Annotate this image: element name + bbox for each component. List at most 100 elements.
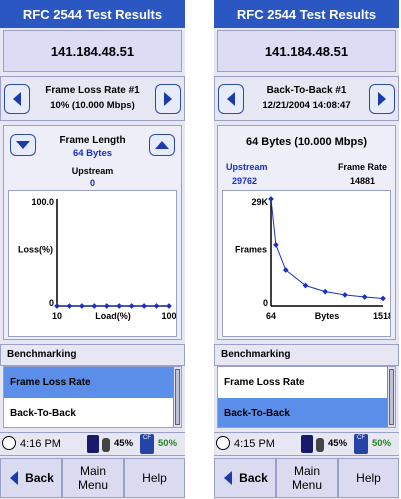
benchmarking-header: Benchmarking	[214, 344, 399, 366]
y-tick-bottom: 0	[263, 298, 268, 308]
x-tick-right: 100	[161, 311, 176, 321]
list-item-frame-loss-rate[interactable]: Frame Loss Rate	[218, 367, 388, 398]
screen-title: RFC 2544 Test Results	[214, 0, 399, 28]
benchmarking-list: Frame Loss Rate Back-To-Back	[3, 366, 182, 428]
card-percent: 50%	[158, 438, 178, 449]
left-arrow-icon	[227, 92, 235, 106]
y-axis-label: Frames	[235, 245, 267, 255]
previous-button[interactable]	[218, 84, 244, 114]
cf-card-icon: CF	[140, 434, 154, 454]
upstream-label: Upstream	[71, 166, 114, 176]
benchmarking-header: Benchmarking	[0, 344, 185, 366]
screen-frame-loss: RFC 2544 Test Results 141.184.48.51 Fram…	[0, 0, 185, 499]
device-icon	[87, 435, 99, 453]
next-button[interactable]	[155, 84, 181, 114]
test-detail: 12/21/2004 14:08:47	[262, 100, 351, 111]
data-point-5	[116, 303, 123, 309]
list-item-back-to-back[interactable]: Back-To-Back	[4, 398, 174, 427]
status-bar: 4:16 PM 45% CF 50%	[0, 432, 185, 456]
right-arrow-icon	[378, 92, 386, 106]
scrollbar[interactable]	[387, 367, 395, 427]
data-point-6	[361, 294, 368, 300]
loss-chart-svg: 100.0 0 Loss(%) 10 100 Load(%)	[18, 197, 177, 321]
card-percent: 50%	[372, 438, 392, 449]
cf-card-icon: CF	[354, 434, 368, 454]
clock-icon	[2, 436, 16, 450]
upstream-label: Upstream	[226, 162, 268, 172]
graph-panel: Frame Length 64 Bytes Upstream 0 100.0 0 L…	[3, 125, 182, 340]
frame-length-up-button[interactable]	[149, 134, 175, 156]
frames-chart: 29K 0 Frames 64 1518 Bytes	[222, 190, 393, 337]
right-arrow-icon	[164, 92, 172, 106]
data-point-5	[342, 292, 348, 298]
left-arrow-icon	[13, 92, 21, 106]
benchmarking-list: Frame Loss Rate Back-To-Back	[217, 366, 396, 428]
scrollbar[interactable]	[173, 367, 181, 427]
battery-percent: 45%	[114, 438, 134, 449]
upstream-value: 0	[89, 178, 95, 188]
main-menu-label-1: Main	[293, 464, 320, 478]
data-point-7	[141, 303, 147, 309]
test-name: Back-To-Back #1	[266, 85, 347, 96]
y-tick-bottom: 0	[49, 298, 54, 308]
scroll-thumb[interactable]	[175, 369, 180, 425]
test-name: Frame Loss Rate #1	[45, 85, 140, 96]
data-point-2	[79, 303, 85, 309]
data-point-4	[103, 303, 110, 309]
main-menu-label-2: Menu	[77, 478, 109, 492]
back-button[interactable]: Back	[0, 458, 62, 498]
data-point-1	[66, 303, 73, 309]
screen-back-to-back: RFC 2544 Test Results 141.184.48.51 Back…	[214, 0, 399, 499]
bottom-buttons: Back Main Menu Help	[214, 458, 399, 498]
main-menu-button[interactable]: Main Menu	[276, 458, 338, 498]
back-label: Back	[25, 471, 54, 485]
test-detail: 10% (10.000 Mbps)	[50, 100, 135, 111]
chevron-up-icon	[155, 141, 169, 149]
test-navigator: Back-To-Back #1 12/21/2004 14:08:47	[214, 76, 399, 121]
bottom-buttons: Back Main Menu Help	[0, 458, 185, 498]
status-time: 4:16 PM	[20, 438, 61, 450]
device-icon	[301, 435, 313, 453]
ip-address: 141.184.48.51	[217, 30, 396, 72]
upstream-value: 29762	[232, 176, 258, 186]
x-axis-label: Bytes	[315, 311, 340, 321]
next-button[interactable]	[369, 84, 395, 114]
data-point-4	[322, 288, 329, 295]
test-navigator: Frame Loss Rate #1 10% (10.000 Mbps)	[0, 76, 185, 121]
back-button[interactable]: Back	[214, 458, 276, 498]
data-point-7	[380, 295, 386, 302]
back-arrow-icon	[224, 471, 233, 485]
status-time: 4:15 PM	[234, 438, 275, 450]
series-line	[270, 198, 384, 299]
frame-size-label: 64 Bytes (10.000 Mbps)	[245, 136, 368, 148]
screen-title: RFC 2544 Test Results	[0, 0, 185, 28]
battery-percent: 45%	[328, 438, 348, 449]
back-arrow-icon	[10, 471, 19, 485]
loss-chart: 100.0 0 Loss(%) 10 100 Load(%)	[8, 190, 177, 337]
ip-address: 141.184.48.51	[3, 30, 182, 72]
x-tick-left: 10	[52, 311, 62, 321]
graph-panel: 64 Bytes (10.000 Mbps) Upstream 29762 Fr…	[217, 125, 396, 340]
x-axis-label: Load(%)	[95, 311, 131, 321]
data-point-3	[91, 303, 98, 309]
test-info: Back-To-Back #1 12/21/2004 14:08:47	[245, 83, 368, 113]
data-point-0	[54, 303, 60, 309]
list-item-frame-loss-rate[interactable]: Frame Loss Rate	[4, 367, 174, 398]
previous-button[interactable]	[4, 84, 30, 114]
list-item-back-to-back[interactable]: Back-To-Back	[218, 398, 388, 427]
data-point-6	[128, 303, 135, 309]
frame-rate-value: 14881	[349, 176, 375, 186]
main-menu-button[interactable]: Main Menu	[62, 458, 124, 498]
y-tick-top: 29K	[251, 197, 268, 207]
help-button[interactable]: Help	[338, 458, 399, 498]
data-point-8	[153, 303, 160, 309]
help-button[interactable]: Help	[124, 458, 185, 498]
main-menu-label-1: Main	[79, 464, 106, 478]
data-point-1	[273, 242, 279, 248]
frame-rate-label: Frame Rate	[337, 162, 387, 172]
battery-icon	[316, 438, 324, 452]
battery-icon	[102, 438, 110, 452]
status-bar: 4:15 PM 45% CF 50%	[214, 432, 399, 456]
y-tick-top: 100.0	[31, 197, 54, 207]
scroll-thumb[interactable]	[389, 369, 394, 425]
